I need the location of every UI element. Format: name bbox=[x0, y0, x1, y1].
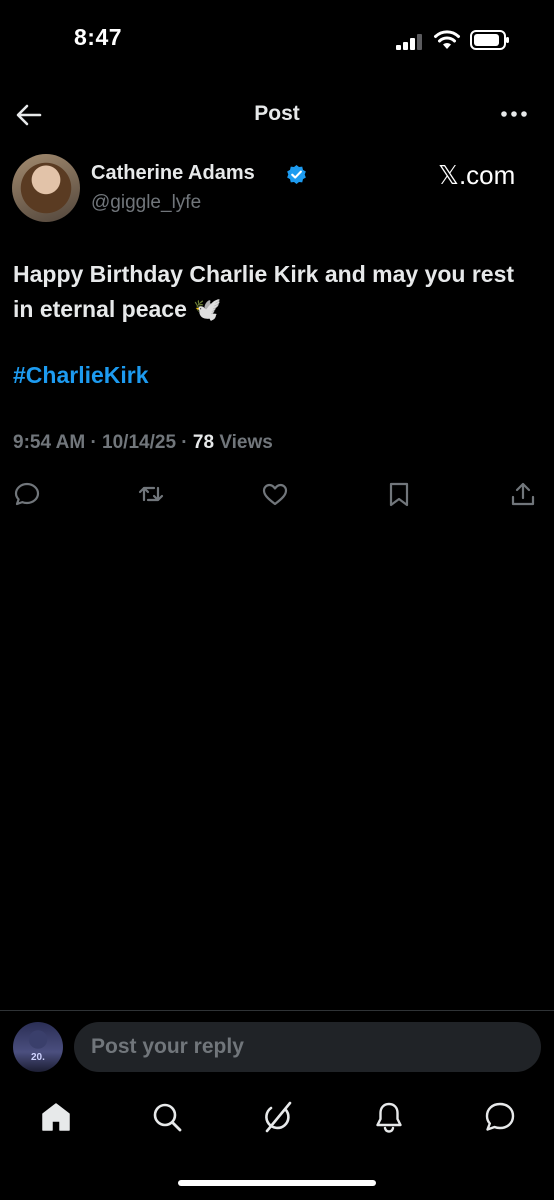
hashtag-link[interactable]: #CharlieKirk bbox=[13, 362, 149, 389]
reply-placeholder: Post your reply bbox=[91, 1035, 244, 1058]
composer-divider bbox=[0, 1010, 554, 1011]
author-name[interactable]: Catherine Adams bbox=[91, 162, 255, 185]
home-indicator bbox=[178, 1180, 376, 1186]
bookmark-icon[interactable] bbox=[385, 480, 413, 508]
views-count: 78 bbox=[192, 432, 215, 453]
more-options-icon[interactable] bbox=[498, 102, 530, 126]
source-watermark: 𝕏.com bbox=[438, 160, 516, 190]
dove-emoji: 🕊️ bbox=[193, 296, 222, 322]
verified-badge-icon bbox=[287, 164, 306, 185]
meta-separator: · bbox=[181, 432, 188, 453]
avatar-jersey-text: 20. bbox=[31, 1052, 45, 1063]
signal-icon bbox=[396, 34, 422, 50]
post-text: Happy Birthday Charlie Kirk and may you … bbox=[13, 257, 533, 327]
grok-icon[interactable] bbox=[261, 1100, 295, 1134]
wifi-icon bbox=[434, 30, 460, 49]
user-avatar[interactable]: 20. bbox=[13, 1022, 63, 1072]
like-icon[interactable] bbox=[261, 480, 289, 508]
battery-icon bbox=[470, 30, 509, 50]
page-title: Post bbox=[254, 102, 300, 125]
views-label: Views bbox=[219, 432, 273, 453]
share-icon[interactable] bbox=[509, 480, 537, 508]
post-meta: 9:54 AM · 10/14/25 · 78 Views bbox=[13, 432, 273, 454]
reply-icon[interactable] bbox=[13, 480, 41, 508]
post-time: 9:54 AM bbox=[13, 432, 86, 453]
search-icon[interactable] bbox=[150, 1100, 184, 1134]
author-handle[interactable]: @giggle_lyfe bbox=[91, 192, 201, 214]
home-icon[interactable] bbox=[39, 1100, 73, 1134]
status-time: 8:47 bbox=[74, 24, 123, 50]
post-date: 10/14/25 bbox=[102, 432, 177, 453]
meta-separator: · bbox=[90, 432, 97, 453]
post-text-content: Happy Birthday Charlie Kirk and may you … bbox=[13, 261, 521, 322]
repost-icon[interactable] bbox=[137, 480, 165, 508]
notifications-icon[interactable] bbox=[372, 1100, 406, 1134]
author-avatar[interactable] bbox=[12, 154, 80, 222]
messages-icon[interactable] bbox=[483, 1100, 517, 1134]
